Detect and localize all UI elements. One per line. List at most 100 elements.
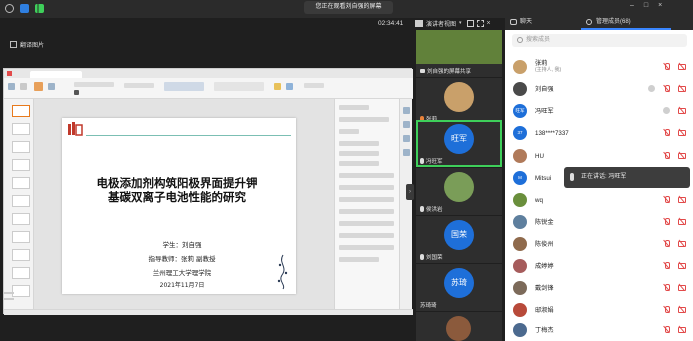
translate-icon[interactable] [10,41,17,48]
camera-off-icon[interactable] [678,196,686,203]
member-row[interactable]: 丁梅杰 [513,319,688,341]
member-row[interactable]: 成婷婷 [513,255,688,277]
muted-mic-icon[interactable] [663,262,670,269]
muted-mic-icon[interactable] [663,63,670,70]
property-row[interactable] [339,209,394,214]
property-row[interactable] [339,257,379,262]
layout-icon[interactable] [48,83,55,90]
close-icon[interactable]: × [658,2,662,9]
shield-icon[interactable] [20,4,29,13]
find-icon[interactable] [304,83,324,88]
close-panel-icon[interactable]: × [487,20,491,27]
align-icon[interactable] [124,83,154,88]
slide-thumbnail[interactable] [12,267,30,279]
mic-icon[interactable] [663,107,670,114]
screen-share-icon[interactable] [648,85,655,92]
muted-mic-icon[interactable] [663,129,670,136]
tool-icon[interactable] [403,135,410,142]
bold-icon[interactable] [74,90,79,95]
style-icon[interactable] [214,82,264,91]
muted-mic-icon[interactable] [663,326,670,333]
muted-mic-icon[interactable] [663,240,670,247]
property-row[interactable] [339,105,369,110]
video-tile[interactable]: 侯洪岩 [416,168,502,215]
camera-off-icon[interactable] [678,85,686,92]
menu-icon[interactable] [4,292,14,300]
signal-icon[interactable] [35,4,44,13]
property-row[interactable] [339,151,379,156]
muted-mic-icon[interactable] [663,306,670,313]
camera-off-icon[interactable] [678,306,686,313]
video-tile[interactable]: 张莉 [416,78,502,125]
cut-icon[interactable] [20,83,27,90]
camera-off-icon[interactable] [678,63,686,70]
tool-icon[interactable] [403,149,410,156]
slide-thumbnail[interactable] [12,159,30,171]
slide-thumbnail[interactable] [12,123,30,135]
slide-thumbnail[interactable] [12,195,30,207]
property-row[interactable] [339,161,379,166]
member-row[interactable]: wq [513,189,688,211]
member-row[interactable]: 陈锐金 [513,211,688,233]
camera-off-icon[interactable] [678,129,686,136]
video-tile[interactable]: 国荣 刘国荣 [416,216,502,263]
property-row[interactable] [339,233,394,238]
slide-thumbnail[interactable] [12,285,30,297]
tool-icon[interactable] [403,121,410,128]
info-icon[interactable] [5,4,14,13]
camera-off-icon[interactable] [678,107,686,114]
font-icon[interactable] [74,82,114,87]
tab-chat[interactable]: 聊天 [505,14,581,30]
member-row[interactable]: 陈俊州 [513,233,688,255]
property-row[interactable] [339,197,394,202]
document-tab[interactable] [30,71,82,78]
fullscreen-icon[interactable] [476,19,484,27]
paste-icon[interactable] [8,83,15,90]
member-row[interactable]: 戴剑锋 [513,277,688,299]
collapse-handle[interactable]: › [406,184,414,200]
slide-thumbnail[interactable] [12,213,30,225]
property-row[interactable] [339,117,389,122]
camera-off-icon[interactable] [678,284,686,291]
muted-mic-icon[interactable] [663,284,670,291]
muted-mic-icon[interactable] [663,196,670,203]
camera-off-icon[interactable] [678,262,686,269]
member-row[interactable]: 刘自强 [513,78,688,100]
member-row[interactable]: 旺军 冯旺军 [513,100,688,122]
tool-icon[interactable] [403,107,410,114]
presenter-view-button[interactable]: 演讲者视图 [426,19,456,28]
member-search-input[interactable]: 搜索成员 [512,34,687,47]
camera-off-icon[interactable] [678,240,686,247]
video-tile[interactable]: 苏琦 苏琦琦 [416,264,502,311]
member-row[interactable]: 37 138****7337 [513,122,688,144]
muted-mic-icon[interactable] [663,85,670,92]
camera-off-icon[interactable] [678,218,686,225]
property-row[interactable] [339,129,359,134]
muted-mic-icon[interactable] [663,152,670,159]
video-tile[interactable]: 刘自强的屏幕共享 [416,30,502,77]
shapes-icon[interactable] [164,82,204,91]
property-row[interactable] [339,141,379,146]
property-row[interactable] [339,245,394,250]
new-slide-icon[interactable] [34,82,43,91]
video-tile[interactable] [416,312,502,341]
slide-thumbnail[interactable] [12,105,30,117]
member-row[interactable]: 邸淑娟 [513,299,688,321]
outline-icon[interactable] [286,83,293,90]
minimize-icon[interactable]: – [630,2,634,9]
member-row[interactable]: 张莉 (主持人, 我) [513,56,688,78]
tab-members[interactable]: 管理成员(68) [581,14,671,30]
chevron-down-icon[interactable]: ▾ [459,20,462,26]
translate-button[interactable]: 翻译图片 [20,40,44,49]
member-row[interactable]: HU [513,145,688,167]
slide-thumbnail[interactable] [12,177,30,189]
fill-icon[interactable] [274,83,281,90]
layout-icon[interactable] [466,19,474,27]
slide[interactable]: 电极添加剂构筑阳极界面提升钾基碳双离子电池性能的研究 学生：刘自强 指导教师：张… [62,118,296,294]
maximize-icon[interactable]: □ [644,2,648,9]
grid-view-icon[interactable] [415,19,423,27]
camera-off-icon[interactable] [678,326,686,333]
muted-mic-icon[interactable] [663,218,670,225]
camera-off-icon[interactable] [678,152,686,159]
slide-thumbnail[interactable] [12,249,30,261]
